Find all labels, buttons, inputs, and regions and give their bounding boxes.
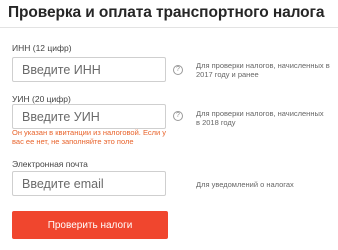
uin-warning: Он указан в квитанции из налоговой. Если…	[12, 128, 167, 146]
uin-input[interactable]	[12, 104, 166, 129]
uin-label: УИН (20 цифр)	[12, 94, 71, 104]
title-divider	[0, 27, 338, 28]
uin-hint: Для проверки налогов, начисленных в 2018…	[196, 109, 324, 127]
page-title: Проверка и оплата транспортного налога	[8, 4, 325, 21]
tax-check-form: Проверка и оплата транспортного налога И…	[0, 0, 338, 250]
inn-help-icon[interactable]: ?	[173, 65, 183, 75]
uin-help-icon[interactable]: ?	[173, 111, 183, 121]
inn-hint: Для проверки налогов, начисленных в 2017…	[196, 61, 330, 79]
email-input[interactable]	[12, 171, 166, 196]
inn-label: ИНН (12 цифр)	[12, 43, 72, 53]
email-hint: Для уведомлений о налогах	[196, 180, 294, 189]
check-taxes-button[interactable]: Проверить налоги	[12, 211, 168, 239]
inn-input[interactable]	[12, 57, 166, 82]
email-label: Электронная почта	[12, 159, 88, 169]
